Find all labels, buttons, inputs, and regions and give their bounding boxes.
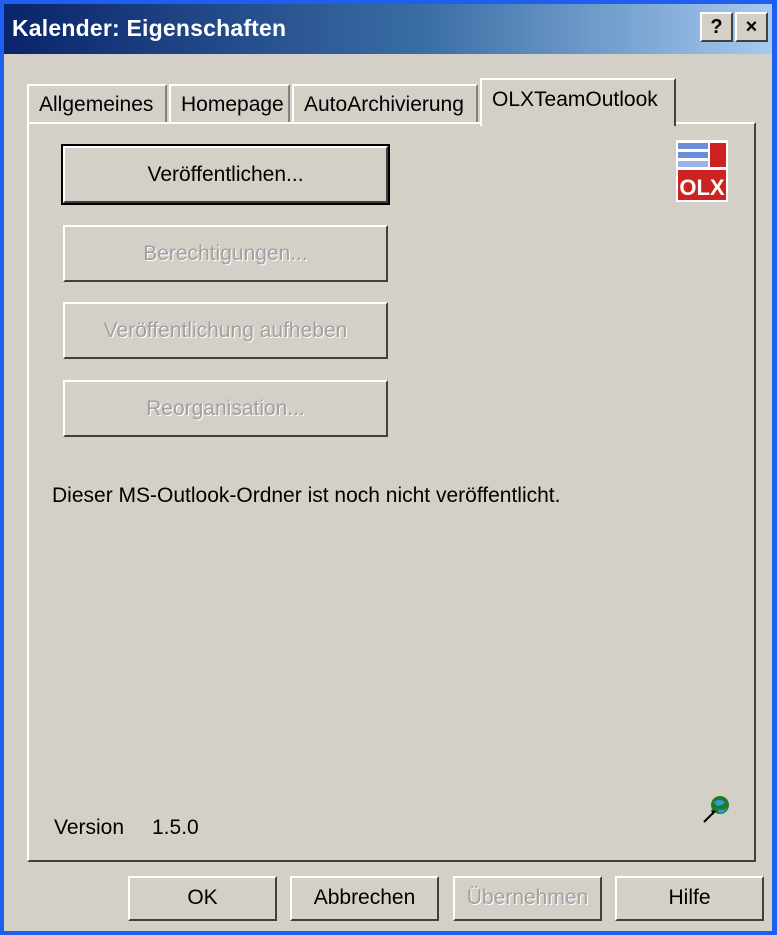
ok-button[interactable]: OK (128, 876, 277, 921)
help-button[interactable]: Hilfe (615, 876, 764, 921)
publish-button[interactable]: Veröffentlichen... (61, 144, 390, 205)
permissions-button[interactable]: Berechtigungen... (63, 225, 388, 282)
properties-dialog: Kalender: Eigenschaften ? × Allgemeines … (4, 4, 772, 931)
reorganize-button[interactable]: Reorganisation... (63, 380, 388, 437)
help-title-button[interactable]: ? (700, 12, 733, 42)
version-value: 1.5.0 (152, 816, 199, 839)
tab-homepage[interactable]: Homepage (169, 84, 290, 123)
olx-logo-text: OLX (679, 175, 725, 200)
close-title-button[interactable]: × (735, 12, 768, 42)
tab-allgemeines[interactable]: Allgemeines (27, 84, 167, 123)
olx-logo-icon: OLX (676, 140, 728, 202)
publish-status-text: Dieser MS-Outlook-Ordner ist noch nicht … (52, 484, 561, 507)
title-bar[interactable]: Kalender: Eigenschaften ? × (4, 4, 772, 54)
unpublish-button[interactable]: Veröffentlichung aufheben (63, 302, 388, 359)
tab-autoarchivierung[interactable]: AutoArchivierung (292, 84, 478, 123)
globe-network-icon[interactable] (700, 794, 732, 826)
window-title: Kalender: Eigenschaften (12, 15, 287, 41)
apply-button[interactable]: Übernehmen (453, 876, 602, 921)
tab-olxteamoutlook[interactable]: OLXTeamOutlook (480, 78, 676, 126)
version-label: Version (54, 816, 125, 839)
cancel-button[interactable]: Abbrechen (290, 876, 439, 921)
